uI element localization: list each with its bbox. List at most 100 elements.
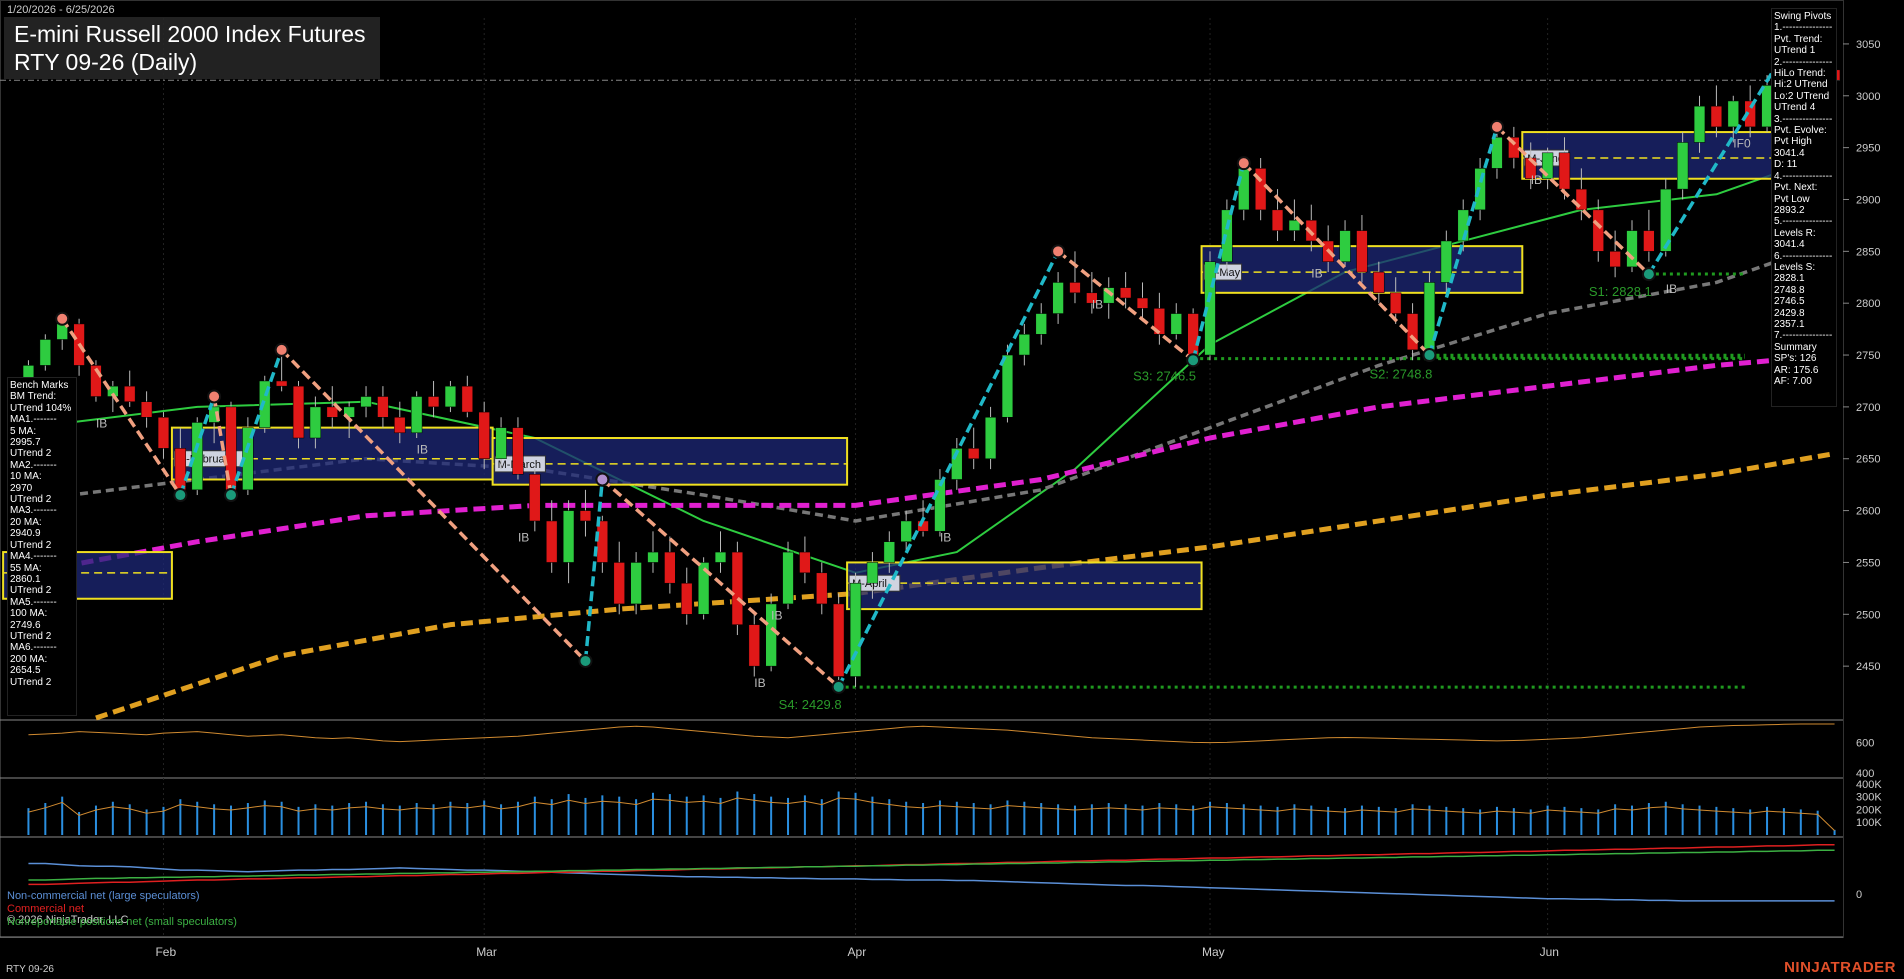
- ib-mark: IB: [96, 417, 107, 431]
- candle-up: [309, 406, 322, 439]
- candle-down: [157, 417, 170, 449]
- swing-pivots-line: Pvt. Next:: [1774, 182, 1818, 194]
- candle-down: [1356, 230, 1368, 273]
- price-tick-label: 2750: [1856, 350, 1880, 362]
- candle-up: [849, 582, 862, 677]
- ib-mark: IB: [1531, 173, 1542, 187]
- swing-pivot-low: [1186, 353, 1201, 368]
- ib-mark: IB: [754, 676, 765, 690]
- swing-pivots-line: 5.---------------: [1774, 216, 1833, 228]
- monthly-range-boxes: M-FebruaryM-MarchM-AprilM-MayM-June: [2, 131, 1794, 611]
- swing-pivots-line: Pvt. Evolve:: [1774, 125, 1827, 137]
- bench-marks-line: MA5.-------: [10, 596, 57, 608]
- candle-down: [1406, 313, 1419, 351]
- candle-up: [866, 562, 879, 584]
- swing-pivots-line: 3.---------------: [1774, 113, 1833, 125]
- support-levels: S1: 2828.1 S2: 2748.8 S3: 2746.5 S4: 2429.8: [779, 272, 1745, 712]
- swing-pivot-mid: [595, 472, 610, 487]
- candle-down: [140, 401, 153, 418]
- swing-pivots-line: UTrend 1: [1774, 45, 1816, 57]
- swing-pivots-line: Swing Pivots: [1774, 11, 1832, 22]
- swing-pivots-line: 2429.8: [1774, 307, 1805, 319]
- price-tick-label: 2550: [1856, 557, 1880, 569]
- candle-up: [984, 417, 997, 459]
- candle-up: [1001, 354, 1014, 418]
- swing-pivots-line: HiLo Trend:: [1774, 68, 1826, 80]
- ib-mark: IB: [1311, 266, 1322, 280]
- candle-up: [411, 396, 423, 434]
- candle-down: [748, 624, 760, 667]
- swing-pivots-line: Levels S:: [1774, 261, 1816, 273]
- swing-pivots-line: 6.---------------: [1774, 250, 1833, 262]
- swing-pivots-line: SP's: 126: [1774, 353, 1817, 365]
- candle-down: [1069, 282, 1081, 294]
- swing-pivot-low: [831, 679, 846, 694]
- candle-down: [1187, 313, 1199, 356]
- ib-mark: IF0: [1733, 137, 1751, 151]
- candle-up: [1727, 100, 1739, 128]
- candle-up: [1339, 230, 1351, 262]
- swing-pivots-line: Pvt. Trend:: [1774, 33, 1823, 45]
- price-tick-label: 3050: [1856, 39, 1880, 51]
- support-label: S1: 2828.1: [1589, 284, 1652, 299]
- candle-up: [495, 427, 507, 459]
- swing-pivots-line: D: 11: [1774, 159, 1798, 171]
- candle-up: [562, 510, 575, 563]
- candle-down: [833, 603, 845, 677]
- chart-subtitle: RTY 09-26 (Daily): [14, 49, 198, 75]
- price-tick-label: 2900: [1856, 194, 1880, 206]
- bench-marks-line: BM Trend:: [10, 391, 57, 403]
- swing-pivot-low: [173, 488, 188, 503]
- swing-pivots-line: 1.---------------: [1774, 22, 1833, 34]
- candle-up: [1626, 230, 1638, 268]
- candle-down: [124, 385, 136, 402]
- swing-pivots-line: 2748.8: [1774, 284, 1805, 296]
- bench-marks-line: UTrend 2: [10, 630, 52, 642]
- candle-up: [647, 551, 659, 563]
- bench-marks-line: 2654.5: [10, 665, 41, 677]
- time-axis-label: Mar: [476, 945, 497, 959]
- pivot-up-segment: [837, 250, 1060, 688]
- candle-up: [1676, 142, 1689, 190]
- candle-up: [1693, 105, 1706, 143]
- bench-marks-line: UTrend 2: [10, 448, 52, 460]
- ninjatrader-logo: NINJATRADER: [1784, 959, 1896, 976]
- price-chart[interactable]: M-FebruaryM-MarchM-AprilM-MayM-June S1: …: [0, 0, 1904, 979]
- swing-pivots-line: Pvt Low: [1774, 193, 1810, 205]
- time-axis-label: May: [1202, 945, 1225, 959]
- swing-pivot-high: [1236, 156, 1251, 171]
- candle-up: [1170, 313, 1182, 335]
- swing-pivot-low: [1641, 267, 1656, 282]
- candle-down: [968, 448, 980, 459]
- swing-pivots-line: 3041.4: [1774, 147, 1805, 159]
- candle-up: [900, 520, 912, 542]
- swing-pivots-line: Lo:2 UTrend: [1774, 90, 1830, 102]
- bench-marks-line: 5 MA:: [10, 425, 37, 437]
- candle-down: [1136, 297, 1149, 309]
- candle-down: [613, 562, 625, 605]
- swing-pivots-line: 2893.2: [1774, 204, 1805, 216]
- swing-pivots-line: Hi:2 UTrend: [1774, 79, 1828, 91]
- candle-up: [1491, 137, 1503, 169]
- swing-pivots-line: AF: 7.00: [1774, 376, 1812, 387]
- cot-tick-label: 0: [1856, 889, 1862, 901]
- time-axis: Feb Mar Apr May Jun: [155, 945, 1558, 959]
- ib-mark: IB: [1666, 282, 1677, 296]
- candle-down: [731, 551, 744, 625]
- price-axis: 2450 2500 2550 2600 2650 2700 2750 2800 2850 2900…: [1843, 39, 1880, 673]
- support-label: S4: 2429.8: [779, 697, 842, 712]
- candle-up: [934, 479, 946, 532]
- swing-pivot-high: [55, 311, 70, 326]
- bench-marks-line: MA2.-------: [10, 459, 57, 471]
- candle-up: [1052, 282, 1064, 314]
- swing-pivots-line: 2828.1: [1774, 273, 1805, 285]
- candle-down: [512, 427, 524, 475]
- footer-symbol: RTY 09-26: [6, 964, 54, 975]
- candle-down: [394, 417, 406, 434]
- swing-pivots-line: 2.---------------: [1774, 56, 1833, 68]
- bench-marks-line: 2749.6: [10, 619, 41, 631]
- time-axis-label: Apr: [848, 945, 867, 959]
- cot-legend-small-specs: Nonreportable positions net (small specu…: [7, 916, 237, 928]
- swing-pivots-panel: Swing Pivots 1.--------------- Pvt. Trend:…: [1771, 8, 1837, 407]
- swing-pivot-high: [274, 342, 289, 357]
